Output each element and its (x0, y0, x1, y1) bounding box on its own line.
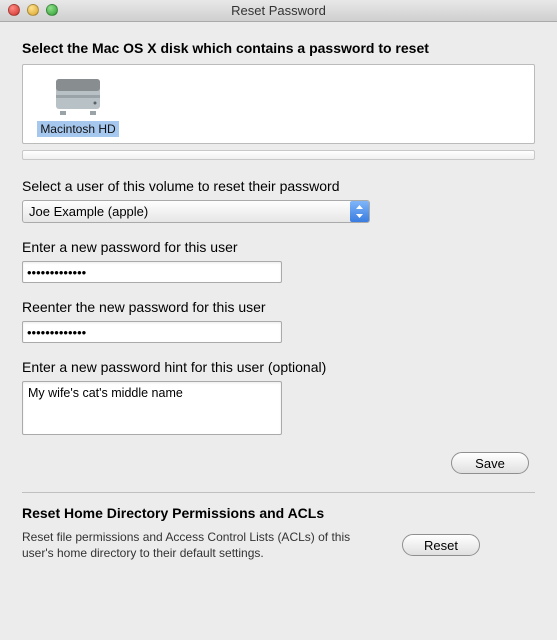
window-titlebar: Reset Password (0, 0, 557, 22)
save-button[interactable]: Save (451, 452, 529, 474)
new-password-label: Enter a new password for this user (22, 239, 535, 255)
hard-disk-icon (52, 75, 104, 117)
traffic-lights (8, 4, 58, 16)
scroll-channel (22, 150, 535, 160)
save-row: Save (22, 452, 535, 474)
new-password-input[interactable] (22, 261, 282, 283)
minimize-button[interactable] (27, 4, 39, 16)
content-area: Select the Mac OS X disk which contains … (0, 22, 557, 575)
select-disk-heading: Select the Mac OS X disk which contains … (22, 40, 535, 56)
reenter-password-input[interactable] (22, 321, 282, 343)
acls-heading: Reset Home Directory Permissions and ACL… (22, 505, 535, 521)
window-title: Reset Password (231, 3, 326, 18)
acls-row: Reset file permissions and Access Contro… (22, 529, 535, 561)
user-select[interactable]: Joe Example (apple) (22, 200, 370, 223)
disk-item[interactable]: Macintosh HD (33, 75, 123, 137)
disk-list: Macintosh HD (22, 64, 535, 144)
user-select-wrap: Joe Example (apple) (22, 200, 370, 223)
reset-button[interactable]: Reset (402, 534, 480, 556)
close-button[interactable] (8, 4, 20, 16)
disk-label: Macintosh HD (37, 121, 118, 137)
divider (22, 492, 535, 493)
reenter-password-label: Reenter the new password for this user (22, 299, 535, 315)
acls-body-text: Reset file permissions and Access Contro… (22, 529, 382, 561)
zoom-button[interactable] (46, 4, 58, 16)
user-select-label: Select a user of this volume to reset th… (22, 178, 535, 194)
password-hint-input[interactable] (22, 381, 282, 435)
password-hint-label: Enter a new password hint for this user … (22, 359, 535, 375)
